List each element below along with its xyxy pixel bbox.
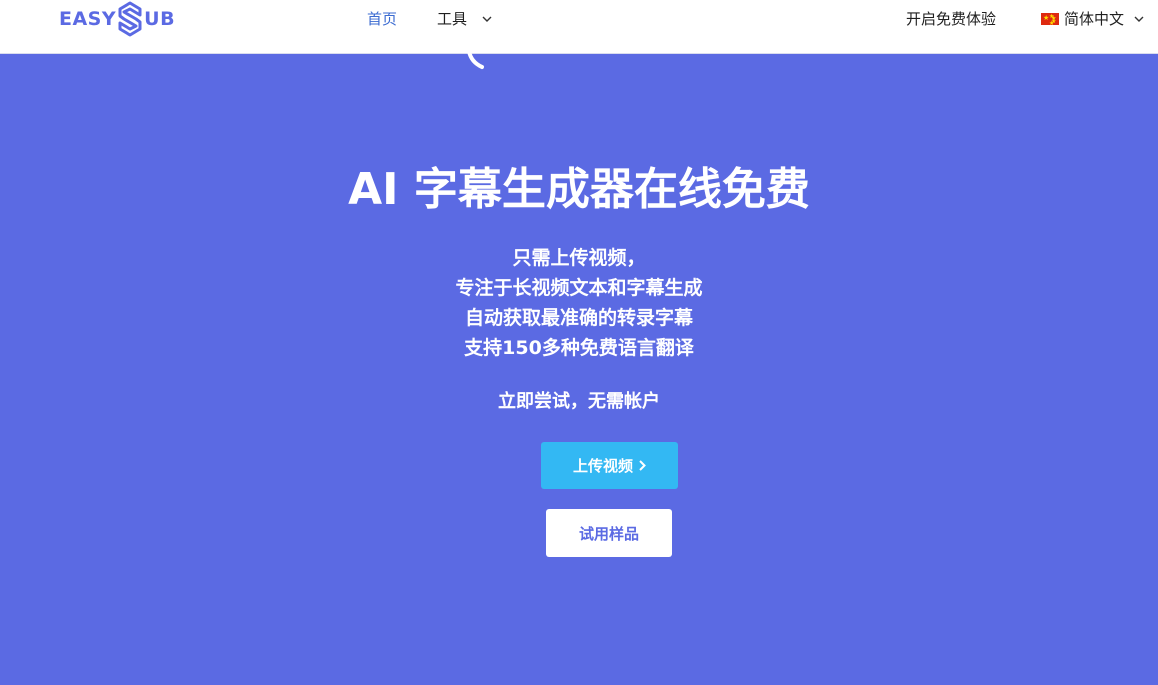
- decorative-arc: [467, 50, 484, 69]
- nav-home-link[interactable]: 首页: [367, 0, 397, 38]
- cn-flag-icon: ★ ★ ★ ★ ★: [1041, 13, 1059, 27]
- chevron-down-icon: [482, 16, 492, 22]
- logo-text-ub: UB: [144, 8, 176, 30]
- hero-line: 专注于长视频文本和字幕生成: [455, 277, 703, 299]
- language-selector[interactable]: ★ ★ ★ ★ ★ 简体中文: [1041, 0, 1144, 38]
- nav-tools-label: 工具: [437, 10, 468, 28]
- hero-description: 只需上传视频， 专注于长视频文本和字幕生成 自动获取最准确的转录字幕 支持150…: [0, 243, 1158, 363]
- hero-line: 支持150多种免费语言翻译: [464, 337, 694, 359]
- try-sample-label: 试用样品: [578, 524, 639, 543]
- language-label: 简体中文: [1064, 10, 1125, 28]
- nav-free-trial-link[interactable]: 开启免费体验: [906, 0, 996, 38]
- chevron-right-icon: [639, 460, 646, 471]
- logo-text-easy: EASY: [59, 8, 117, 30]
- nav-tools-menu[interactable]: 工具: [437, 0, 492, 38]
- chevron-down-icon: [1134, 16, 1144, 22]
- hero-line: 自动获取最准确的转录字幕: [464, 307, 693, 329]
- upload-video-button[interactable]: 上传视频: [541, 442, 678, 489]
- top-navbar: EASY UB 首页 工具 开启免费体验 ★ ★ ★ ★ ★ 简体中文: [0, 0, 1158, 54]
- hero-note: 立即尝试，无需帐户: [498, 391, 660, 412]
- easysub-logo[interactable]: EASY UB: [59, 0, 175, 38]
- s-logo-icon: [118, 1, 142, 37]
- hero-line: 只需上传视频，: [512, 247, 646, 269]
- hero-title: AI 字幕生成器在线免费: [348, 164, 810, 215]
- try-sample-button[interactable]: 试用样品: [546, 509, 672, 557]
- upload-video-label: 上传视频: [572, 457, 633, 475]
